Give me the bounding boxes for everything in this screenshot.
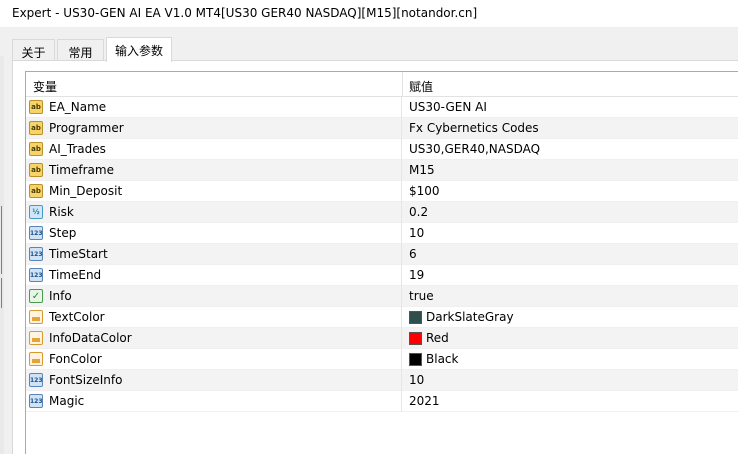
param-value[interactable]: 2021: [409, 394, 440, 408]
integer-icon: 123: [29, 247, 43, 261]
param-name-cell: [26, 223, 402, 244]
param-name: TextColor: [49, 310, 105, 324]
double-icon: ½: [29, 205, 43, 219]
left-edge-strip: [0, 56, 4, 454]
param-name: Risk: [49, 205, 74, 219]
color-icon: [29, 331, 43, 345]
param-name-cell: [26, 286, 402, 307]
param-value[interactable]: Red: [426, 331, 449, 345]
param-name: Timeframe: [49, 163, 114, 177]
param-name: TimeStart: [49, 247, 108, 261]
param-name: TimeEnd: [49, 268, 102, 282]
param-name: Magic: [49, 394, 85, 408]
param-row-magic[interactable]: 123 Magic 2021: [26, 391, 738, 412]
color-icon: [29, 310, 43, 324]
inputs-grid: 变量 赋值 ab EA_Name US30-GEN AI ab Programmer Fx…: [25, 71, 738, 454]
param-row-infodatacolor[interactable]: InfoDataColor Red: [26, 328, 738, 349]
param-name: Min_Deposit: [49, 184, 123, 198]
tab-about[interactable]: 关于: [12, 39, 55, 61]
param-value[interactable]: true: [409, 289, 434, 303]
bool-icon: ✓: [29, 289, 43, 303]
header-value[interactable]: 赋值: [409, 78, 433, 95]
string-icon: ab: [29, 184, 43, 198]
param-row-fontsizeinfo[interactable]: 123 FontSizeInfo 10: [26, 370, 738, 391]
window-title: Expert - US30-GEN AI EA V1.0 MT4[US30 GE…: [0, 0, 738, 27]
color-swatch[interactable]: [409, 332, 422, 345]
param-row-ea-name[interactable]: ab EA_Name US30-GEN AI: [26, 97, 738, 118]
param-value[interactable]: 6: [409, 247, 417, 261]
param-value[interactable]: Black: [426, 352, 458, 366]
header-variable[interactable]: 变量: [33, 78, 57, 95]
param-row-step[interactable]: 123 Step 10: [26, 223, 738, 244]
param-name: EA_Name: [49, 100, 107, 114]
param-value[interactable]: 10: [409, 373, 424, 387]
param-name: Info: [49, 289, 72, 303]
string-icon: ab: [29, 121, 43, 135]
integer-icon: 123: [29, 394, 43, 408]
param-name-cell: [26, 202, 402, 223]
param-name: FonColor: [49, 352, 102, 366]
param-row-min-deposit[interactable]: ab Min_Deposit $100: [26, 181, 738, 202]
param-value[interactable]: 19: [409, 268, 424, 282]
param-row-foncolor[interactable]: FonColor Black: [26, 349, 738, 370]
param-row-timestart[interactable]: 123 TimeStart 6: [26, 244, 738, 265]
integer-icon: 123: [29, 268, 43, 282]
param-name: FontSizeInfo: [49, 373, 123, 387]
param-value[interactable]: DarkSlateGray: [426, 310, 514, 324]
param-value[interactable]: US30-GEN AI: [409, 100, 487, 114]
color-icon: [29, 352, 43, 366]
string-icon: ab: [29, 142, 43, 156]
param-row-timeframe[interactable]: ab Timeframe M15: [26, 160, 738, 181]
param-name: AI_Trades: [49, 142, 106, 156]
param-row-timeend[interactable]: 123 TimeEnd 19: [26, 265, 738, 286]
param-row-info[interactable]: ✓ Info true: [26, 286, 738, 307]
param-row-ai-trades[interactable]: ab AI_Trades US30,GER40,NASDAQ: [26, 139, 738, 160]
integer-icon: 123: [29, 373, 43, 387]
param-value[interactable]: $100: [409, 184, 440, 198]
grid-header: 变量 赋值: [26, 72, 738, 97]
param-row-programmer[interactable]: ab Programmer Fx Cybernetics Codes: [26, 118, 738, 139]
param-name: InfoDataColor: [49, 331, 132, 345]
tab-common[interactable]: 常用: [57, 39, 104, 61]
param-row-risk[interactable]: ½ Risk 0.2: [26, 202, 738, 223]
param-value[interactable]: 0.2: [409, 205, 428, 219]
integer-icon: 123: [29, 226, 43, 240]
tab-inputs[interactable]: 输入参数: [106, 37, 172, 62]
param-name: Programmer: [49, 121, 124, 135]
color-swatch[interactable]: [409, 353, 422, 366]
param-value[interactable]: Fx Cybernetics Codes: [409, 121, 539, 135]
param-value[interactable]: M15: [409, 163, 435, 177]
color-swatch[interactable]: [409, 311, 422, 324]
param-name: Step: [49, 226, 77, 240]
header-separator[interactable]: [402, 72, 403, 97]
string-icon: ab: [29, 163, 43, 177]
string-icon: ab: [29, 100, 43, 114]
param-row-textcolor[interactable]: TextColor DarkSlateGray: [26, 307, 738, 328]
param-value[interactable]: 10: [409, 226, 424, 240]
param-value[interactable]: US30,GER40,NASDAQ: [409, 142, 540, 156]
